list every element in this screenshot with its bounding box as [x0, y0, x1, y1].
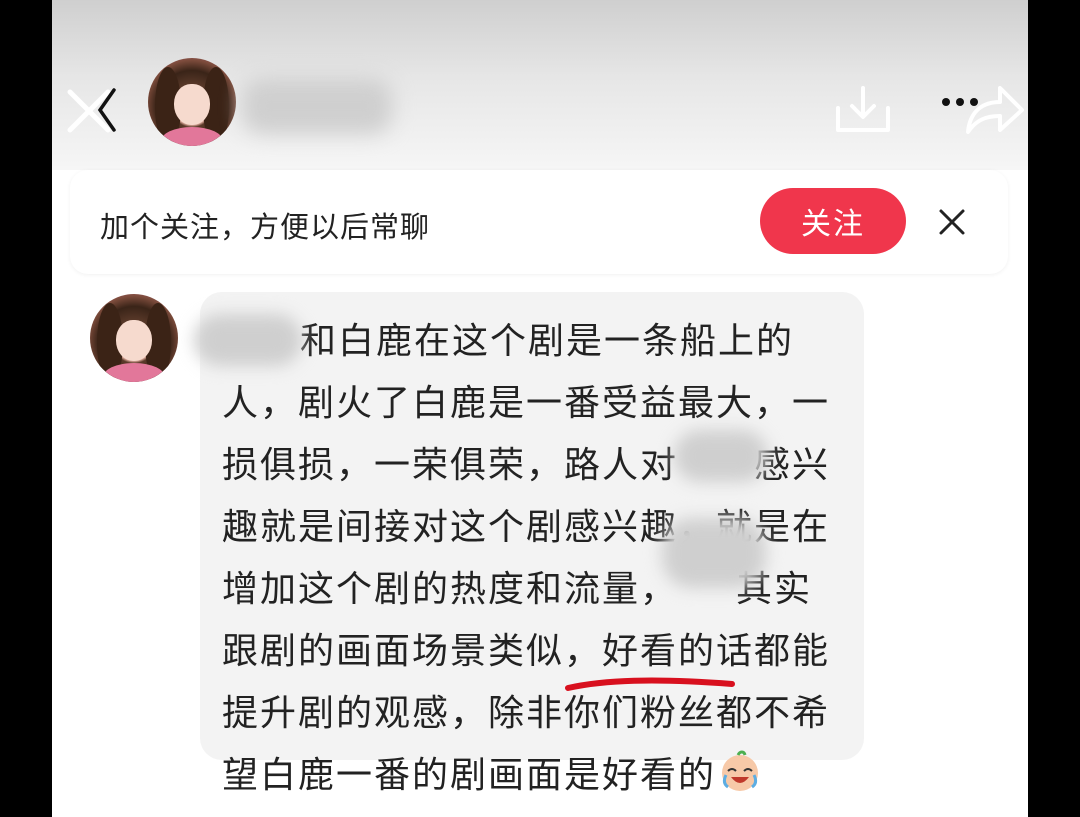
redacted-name-3 [662, 518, 766, 588]
contact-avatar[interactable] [148, 58, 236, 146]
message-line: 趣就是间接对这个剧感兴趣，就是在 [222, 507, 831, 548]
download-icon[interactable] [832, 82, 894, 138]
redacted-name-1 [194, 314, 302, 366]
follow-banner-text: 加个关注，方便以后常聊 [100, 210, 431, 244]
chat-screen: 加个关注，方便以后常聊 关注 和白鹿在这个剧是一条船上的 人，剧火了白鹿是一番受… [52, 0, 1028, 817]
redacted-name-2 [674, 430, 768, 482]
sender-avatar[interactable] [90, 294, 178, 382]
message-line: 跟剧的画面场景类似，好看的话都能 [222, 631, 831, 672]
back-close-icon[interactable] [60, 82, 120, 138]
contact-name-blurred [242, 78, 392, 134]
crying-laughing-emoji-icon [722, 750, 759, 791]
message-line: 提升剧的观感，除非你们粉丝都不希 [222, 693, 831, 734]
chat-header [52, 0, 1028, 170]
message-text: 和白鹿在这个剧是一条船上的 人，剧火了白鹿是一番受益最大，一 损俱损，一荣俱荣，… [222, 314, 862, 810]
red-underline-annotation [565, 677, 735, 691]
follow-banner: 加个关注，方便以后常聊 关注 [70, 170, 1008, 274]
message-line-last-text: 望白鹿一番的剧画面是好看的 [222, 755, 717, 796]
close-icon[interactable] [936, 206, 968, 238]
message-line-last: 望白鹿一番的剧画面是好看的 [222, 748, 862, 810]
message-line: 人，剧火了白鹿是一番受益最大，一 [222, 383, 831, 424]
follow-button[interactable]: 关注 [760, 188, 906, 254]
share-icon[interactable] [962, 80, 1026, 140]
message-line: 增加这个剧的热度和流量， 其实 [222, 569, 813, 610]
message-bubble[interactable]: 和白鹿在这个剧是一条船上的 人，剧火了白鹿是一番受益最大，一 损俱损，一荣俱荣，… [194, 292, 864, 796]
message-line: 和白鹿在这个剧是一条船上的 [300, 321, 795, 362]
